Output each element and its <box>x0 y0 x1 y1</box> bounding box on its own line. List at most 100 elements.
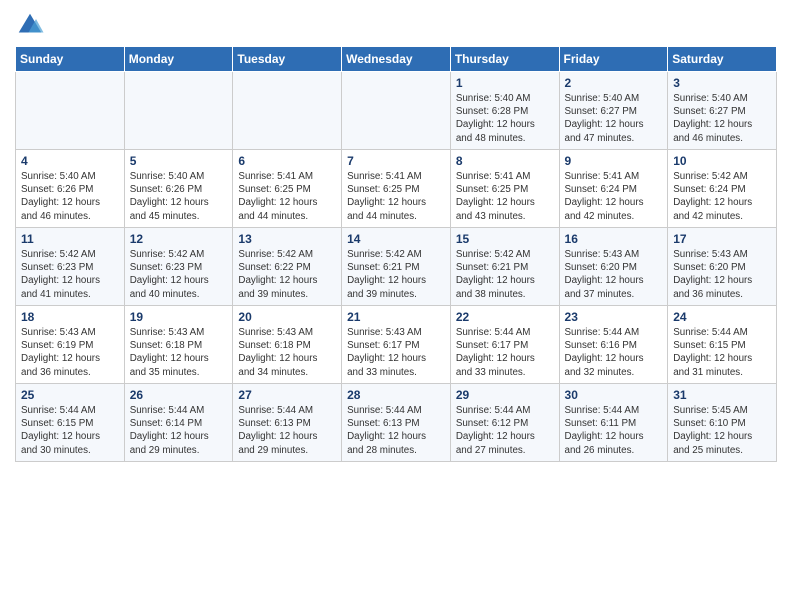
day-number: 15 <box>456 232 554 246</box>
day-number: 30 <box>565 388 663 402</box>
day-info: Sunrise: 5:43 AM Sunset: 6:18 PM Dayligh… <box>130 326 228 379</box>
day-cell: 21 Sunrise: 5:43 AM Sunset: 6:17 PM Dayli… <box>342 306 451 384</box>
day-cell <box>342 72 451 150</box>
week-row-1: 1 Sunrise: 5:40 AM Sunset: 6:28 PM Daylig… <box>16 72 777 150</box>
day-info: Sunrise: 5:44 AM Sunset: 6:16 PM Dayligh… <box>565 326 663 379</box>
day-number: 13 <box>238 232 336 246</box>
day-info: Sunrise: 5:42 AM Sunset: 6:23 PM Dayligh… <box>21 248 119 301</box>
day-cell <box>233 72 342 150</box>
day-number: 12 <box>130 232 228 246</box>
day-info: Sunrise: 5:42 AM Sunset: 6:21 PM Dayligh… <box>347 248 445 301</box>
day-info: Sunrise: 5:42 AM Sunset: 6:22 PM Dayligh… <box>238 248 336 301</box>
day-number: 4 <box>21 154 119 168</box>
day-number: 5 <box>130 154 228 168</box>
day-cell: 1 Sunrise: 5:40 AM Sunset: 6:28 PM Daylig… <box>450 72 559 150</box>
column-header-friday: Friday <box>559 47 668 72</box>
column-header-sunday: Sunday <box>16 47 125 72</box>
day-number: 8 <box>456 154 554 168</box>
day-info: Sunrise: 5:44 AM Sunset: 6:15 PM Dayligh… <box>21 404 119 457</box>
column-header-wednesday: Wednesday <box>342 47 451 72</box>
day-info: Sunrise: 5:40 AM Sunset: 6:28 PM Dayligh… <box>456 92 554 145</box>
day-number: 14 <box>347 232 445 246</box>
day-cell: 4Sunrise: 5:40 AM Sunset: 6:26 PM Daylig… <box>16 150 125 228</box>
day-number: 1 <box>456 76 554 90</box>
day-cell: 11Sunrise: 5:42 AM Sunset: 6:23 PM Dayli… <box>16 228 125 306</box>
day-info: Sunrise: 5:43 AM Sunset: 6:17 PM Dayligh… <box>347 326 445 379</box>
logo-icon <box>15 10 45 40</box>
day-cell: 19 Sunrise: 5:43 AM Sunset: 6:18 PM Dayli… <box>124 306 233 384</box>
day-number: 28 <box>347 388 445 402</box>
column-header-tuesday: Tuesday <box>233 47 342 72</box>
day-info: Sunrise: 5:41 AM Sunset: 6:25 PM Dayligh… <box>456 170 554 223</box>
day-info: Sunrise: 5:45 AM Sunset: 6:10 PM Dayligh… <box>673 404 771 457</box>
day-info: Sunrise: 5:44 AM Sunset: 6:12 PM Dayligh… <box>456 404 554 457</box>
week-row-3: 11Sunrise: 5:42 AM Sunset: 6:23 PM Dayli… <box>16 228 777 306</box>
day-info: Sunrise: 5:44 AM Sunset: 6:14 PM Dayligh… <box>130 404 228 457</box>
day-info: Sunrise: 5:44 AM Sunset: 6:11 PM Dayligh… <box>565 404 663 457</box>
day-info: Sunrise: 5:43 AM Sunset: 6:20 PM Dayligh… <box>673 248 771 301</box>
day-info: Sunrise: 5:44 AM Sunset: 6:17 PM Dayligh… <box>456 326 554 379</box>
day-number: 24 <box>673 310 771 324</box>
day-info: Sunrise: 5:43 AM Sunset: 6:19 PM Dayligh… <box>21 326 119 379</box>
day-cell: 27 Sunrise: 5:44 AM Sunset: 6:13 PM Dayli… <box>233 384 342 462</box>
week-row-2: 4Sunrise: 5:40 AM Sunset: 6:26 PM Daylig… <box>16 150 777 228</box>
column-header-saturday: Saturday <box>668 47 777 72</box>
day-number: 6 <box>238 154 336 168</box>
day-info: Sunrise: 5:43 AM Sunset: 6:20 PM Dayligh… <box>565 248 663 301</box>
day-cell: 25 Sunrise: 5:44 AM Sunset: 6:15 PM Dayli… <box>16 384 125 462</box>
day-info: Sunrise: 5:44 AM Sunset: 6:13 PM Dayligh… <box>238 404 336 457</box>
day-cell: 18 Sunrise: 5:43 AM Sunset: 6:19 PM Dayli… <box>16 306 125 384</box>
day-number: 9 <box>565 154 663 168</box>
day-number: 19 <box>130 310 228 324</box>
day-cell: 16Sunrise: 5:43 AM Sunset: 6:20 PM Dayli… <box>559 228 668 306</box>
day-cell: 17 Sunrise: 5:43 AM Sunset: 6:20 PM Dayli… <box>668 228 777 306</box>
day-cell: 7Sunrise: 5:41 AM Sunset: 6:25 PM Daylig… <box>342 150 451 228</box>
day-number: 2 <box>565 76 663 90</box>
day-number: 27 <box>238 388 336 402</box>
day-cell: 3 Sunrise: 5:40 AM Sunset: 6:27 PM Daylig… <box>668 72 777 150</box>
day-cell: 24 Sunrise: 5:44 AM Sunset: 6:15 PM Dayli… <box>668 306 777 384</box>
day-info: Sunrise: 5:43 AM Sunset: 6:18 PM Dayligh… <box>238 326 336 379</box>
day-info: Sunrise: 5:42 AM Sunset: 6:21 PM Dayligh… <box>456 248 554 301</box>
day-number: 21 <box>347 310 445 324</box>
day-number: 7 <box>347 154 445 168</box>
day-cell <box>124 72 233 150</box>
page: SundayMondayTuesdayWednesdayThursdayFrid… <box>0 0 792 472</box>
day-cell: 8 Sunrise: 5:41 AM Sunset: 6:25 PM Daylig… <box>450 150 559 228</box>
day-number: 20 <box>238 310 336 324</box>
logo <box>15 10 49 40</box>
day-number: 31 <box>673 388 771 402</box>
day-number: 25 <box>21 388 119 402</box>
day-cell: 5Sunrise: 5:40 AM Sunset: 6:26 PM Daylig… <box>124 150 233 228</box>
column-header-monday: Monday <box>124 47 233 72</box>
day-cell: 13 Sunrise: 5:42 AM Sunset: 6:22 PM Dayli… <box>233 228 342 306</box>
day-number: 23 <box>565 310 663 324</box>
day-cell <box>16 72 125 150</box>
day-info: Sunrise: 5:44 AM Sunset: 6:13 PM Dayligh… <box>347 404 445 457</box>
calendar-table: SundayMondayTuesdayWednesdayThursdayFrid… <box>15 46 777 462</box>
calendar-body: 1 Sunrise: 5:40 AM Sunset: 6:28 PM Daylig… <box>16 72 777 462</box>
day-number: 18 <box>21 310 119 324</box>
column-header-thursday: Thursday <box>450 47 559 72</box>
day-cell: 23 Sunrise: 5:44 AM Sunset: 6:16 PM Dayli… <box>559 306 668 384</box>
day-info: Sunrise: 5:42 AM Sunset: 6:24 PM Dayligh… <box>673 170 771 223</box>
day-number: 3 <box>673 76 771 90</box>
day-number: 26 <box>130 388 228 402</box>
day-info: Sunrise: 5:44 AM Sunset: 6:15 PM Dayligh… <box>673 326 771 379</box>
day-cell: 12 Sunrise: 5:42 AM Sunset: 6:23 PM Dayli… <box>124 228 233 306</box>
day-cell: 10 Sunrise: 5:42 AM Sunset: 6:24 PM Dayli… <box>668 150 777 228</box>
day-cell: 30 Sunrise: 5:44 AM Sunset: 6:11 PM Dayli… <box>559 384 668 462</box>
day-cell: 14 Sunrise: 5:42 AM Sunset: 6:21 PM Dayli… <box>342 228 451 306</box>
day-info: Sunrise: 5:40 AM Sunset: 6:27 PM Dayligh… <box>673 92 771 145</box>
day-cell: 15 Sunrise: 5:42 AM Sunset: 6:21 PM Dayli… <box>450 228 559 306</box>
day-cell: 26 Sunrise: 5:44 AM Sunset: 6:14 PM Dayli… <box>124 384 233 462</box>
day-cell: 22 Sunrise: 5:44 AM Sunset: 6:17 PM Dayli… <box>450 306 559 384</box>
header-row: SundayMondayTuesdayWednesdayThursdayFrid… <box>16 47 777 72</box>
day-number: 22 <box>456 310 554 324</box>
day-number: 10 <box>673 154 771 168</box>
day-number: 17 <box>673 232 771 246</box>
day-cell: 29Sunrise: 5:44 AM Sunset: 6:12 PM Dayli… <box>450 384 559 462</box>
week-row-5: 25 Sunrise: 5:44 AM Sunset: 6:15 PM Dayli… <box>16 384 777 462</box>
day-info: Sunrise: 5:42 AM Sunset: 6:23 PM Dayligh… <box>130 248 228 301</box>
day-info: Sunrise: 5:41 AM Sunset: 6:24 PM Dayligh… <box>565 170 663 223</box>
